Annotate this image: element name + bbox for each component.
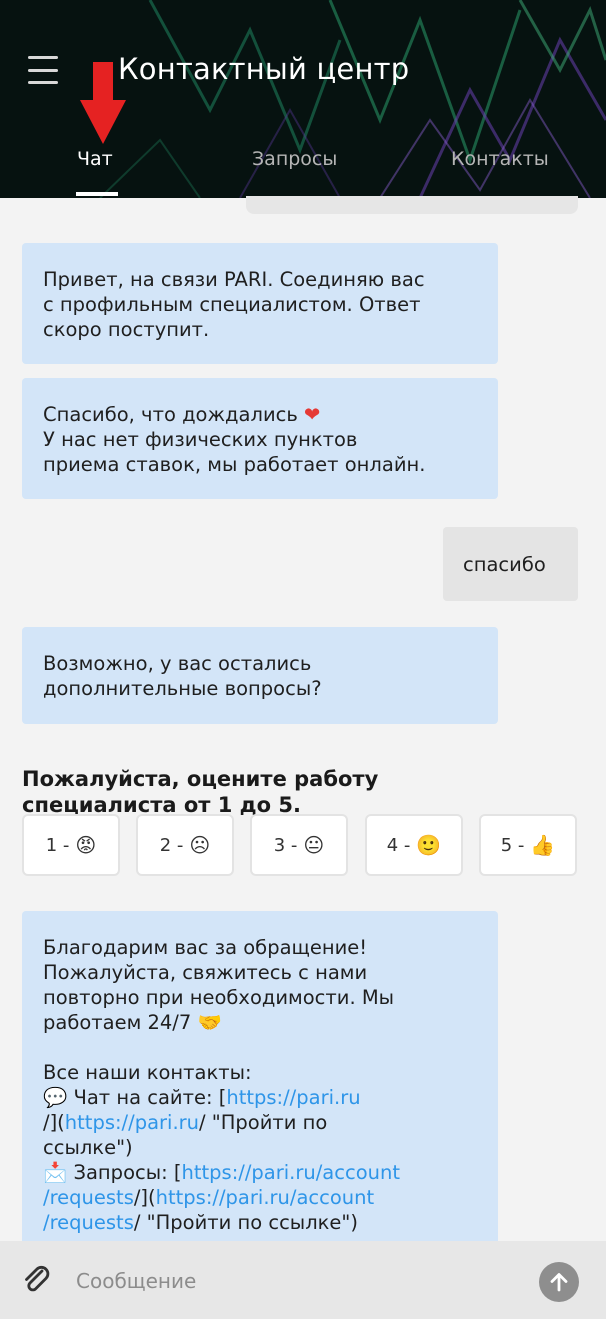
smiling-face-icon: 🙂 xyxy=(416,833,442,857)
previous-message-edge xyxy=(246,196,578,214)
bot-message: Возможно, у вас остались дополнительные … xyxy=(22,627,498,724)
rating-button-1[interactable]: 1 - 😡 xyxy=(22,814,120,876)
rating-title: Пожалуйста, оцените работу специалиста о… xyxy=(22,767,379,817)
link[interactable]: /requests xyxy=(43,1211,134,1234)
bot-message-final: Благодарим вас за обращение! Пожалуйста,… xyxy=(22,911,498,1251)
hamburger-icon xyxy=(28,56,58,59)
link[interactable]: https://pari.ru xyxy=(65,1111,199,1134)
tab-requests[interactable]: Запросы xyxy=(252,148,337,170)
message-input[interactable] xyxy=(76,1261,516,1301)
message-line: ссылке") xyxy=(43,1136,133,1159)
message-line: 💬 Чат на сайте: [https://pari.ru xyxy=(43,1086,361,1109)
message-input-bar xyxy=(0,1241,606,1319)
rating-label: 1 - xyxy=(45,834,70,856)
message-line: работаем 24/7 🤝 xyxy=(43,1011,222,1034)
tab-bar: Чат Запросы Контакты xyxy=(0,140,606,198)
page-title: Контактный центр xyxy=(118,52,410,86)
message-line: /requests/](https://pari.ru/account xyxy=(43,1186,375,1209)
link[interactable]: https://pari.ru/account xyxy=(156,1186,375,1209)
link[interactable]: https://pari.ru xyxy=(226,1086,360,1109)
active-tab-indicator xyxy=(76,192,118,196)
handshake-icon: 🤝 xyxy=(197,1011,222,1034)
message-line: Спасибо, что дождались ❤ xyxy=(43,403,321,426)
message-line: /](https://pari.ru/ "Пройти по xyxy=(43,1111,328,1134)
message-line: повторно при необходимости. Мы xyxy=(43,986,395,1009)
message-line: Пожалуйста, свяжитесь с нами xyxy=(43,961,368,984)
link[interactable]: https://pari.ru/account xyxy=(182,1161,401,1184)
user-message: спасибо xyxy=(443,527,578,601)
tab-chat[interactable]: Чат xyxy=(77,148,113,170)
message-line: /requests/ "Пройти по ссылке") xyxy=(43,1211,359,1234)
heart-icon: ❤ xyxy=(304,403,321,426)
link[interactable]: /requests xyxy=(43,1186,134,1209)
message-line: Благодарим вас за обращение! xyxy=(43,936,368,959)
message-line: дополнительные вопросы? xyxy=(43,677,322,700)
arrow-up-icon xyxy=(550,1273,568,1292)
hamburger-icon xyxy=(28,81,58,84)
message-line: У нас нет физических пунктов xyxy=(43,428,358,451)
hamburger-icon xyxy=(28,68,58,72)
message-line: Возможно, у вас остались xyxy=(43,652,312,675)
message-line: 📩 Запросы: [https://pari.ru/account xyxy=(43,1161,401,1184)
thumbs-up-icon: 👍 xyxy=(530,833,556,857)
neutral-face-icon: 😐 xyxy=(303,833,325,857)
message-line: приема ставок, мы работает онлайн. xyxy=(43,453,426,476)
angry-face-icon: 😡 xyxy=(75,833,97,857)
rating-label: 3 - xyxy=(273,834,298,856)
rating-label: 2 - xyxy=(159,834,184,856)
speech-bubble-icon: 💬 xyxy=(43,1086,68,1109)
rating-options: 1 - 😡 2 - ☹ 3 - 😐 4 - 🙂 5 - 👍 xyxy=(22,814,578,876)
envelope-icon: 📩 xyxy=(43,1161,68,1184)
menu-button[interactable] xyxy=(28,56,58,84)
rating-button-2[interactable]: 2 - ☹ xyxy=(136,814,234,876)
bot-message: Спасибо, что дождались ❤ У нас нет физич… xyxy=(22,378,498,499)
bot-message: Привет, на связи PARI. Соединяю вас с пр… xyxy=(22,243,498,364)
app-header: Контактный центр Чат Запросы Контакты xyxy=(0,0,606,198)
frowning-face-icon: ☹ xyxy=(189,833,211,857)
message-line: Привет, на связи PARI. Соединяю вас xyxy=(43,268,425,291)
rating-button-4[interactable]: 4 - 🙂 xyxy=(365,814,463,876)
send-button[interactable] xyxy=(539,1262,579,1302)
rating-label: 5 - xyxy=(500,834,525,856)
rating-label: 4 - xyxy=(386,834,411,856)
rating-button-3[interactable]: 3 - 😐 xyxy=(250,814,348,876)
message-text: спасибо xyxy=(463,552,546,576)
message-line: Все наши контакты: xyxy=(43,1061,252,1084)
tab-contacts[interactable]: Контакты xyxy=(451,148,549,170)
message-line: скоро поступит. xyxy=(43,318,210,341)
paperclip-icon[interactable] xyxy=(22,1265,52,1295)
rating-button-5[interactable]: 5 - 👍 xyxy=(479,814,577,876)
red-arrow-icon xyxy=(80,62,126,144)
message-line: с профильным специалистом. Ответ xyxy=(43,293,421,316)
